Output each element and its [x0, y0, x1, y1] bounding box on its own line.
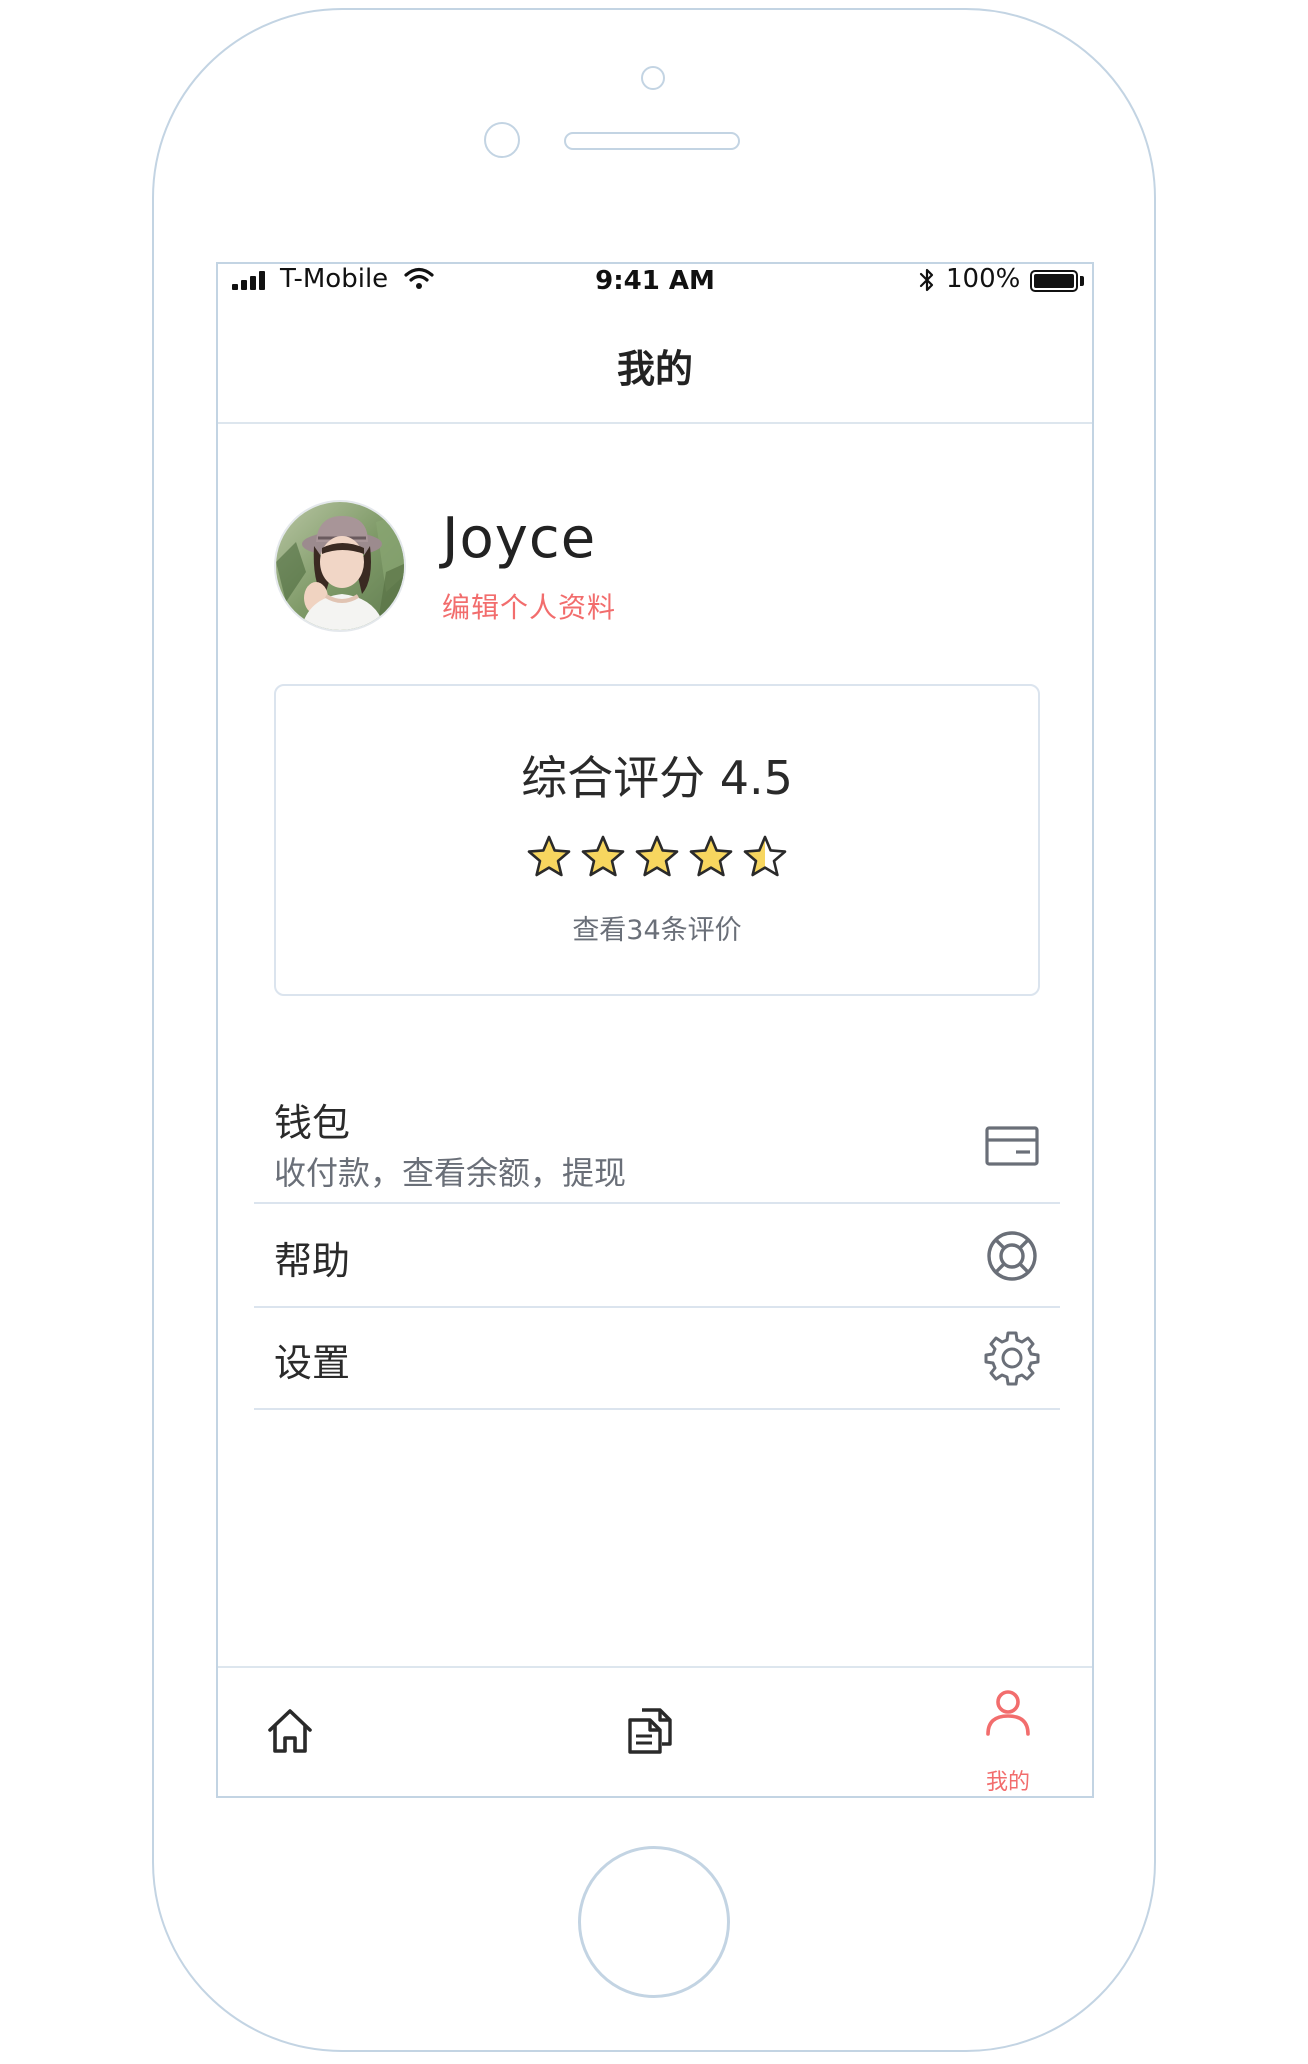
documents-icon — [628, 1708, 672, 1754]
front-camera — [484, 122, 520, 158]
earpiece-speaker — [564, 132, 740, 150]
star-full-icon — [635, 835, 679, 877]
battery-percent: 100% — [946, 264, 1021, 294]
tab-me-label: 我的 — [985, 1770, 1030, 1795]
home-icon — [268, 1709, 312, 1753]
star-full-icon — [581, 835, 625, 877]
menu-item-settings[interactable]: 设置 — [254, 1308, 1060, 1410]
front-sensor — [641, 66, 665, 90]
tab-documents[interactable] — [590, 1668, 710, 1796]
menu-item-wallet[interactable]: 钱包 收付款，查看余额，提现 — [254, 1082, 1060, 1204]
phone-screen: T-Mobile 9:41 AM 100% 我的 Joyce 编辑个人资料 综合… — [216, 262, 1094, 1798]
menu-item-help[interactable]: 帮助 — [254, 1204, 1060, 1308]
navigation-bar: 我的 — [218, 298, 1092, 424]
view-reviews-link[interactable]: 查看34条评价 — [276, 908, 1038, 947]
menu-item-subtitle: 收付款，查看余额，提现 — [274, 1154, 627, 1192]
tab-bar: 我的 — [218, 1666, 1092, 1796]
star-full-icon — [689, 835, 733, 877]
gear-icon — [984, 1331, 1040, 1386]
rating-card: 综合评分 4.5 查看34条评价 — [274, 684, 1040, 996]
overall-rating: 综合评分 4.5 — [521, 751, 793, 805]
wallet-card-icon — [985, 1126, 1039, 1166]
bluetooth-icon — [919, 268, 934, 292]
avatar[interactable] — [274, 500, 406, 632]
home-button[interactable] — [578, 1846, 730, 1998]
avatar-photo — [276, 502, 404, 630]
tab-home[interactable] — [230, 1668, 350, 1796]
edit-profile-link[interactable]: 编辑个人资料 — [442, 586, 616, 626]
stage: T-Mobile 9:41 AM 100% 我的 Joyce 编辑个人资料 综合… — [0, 0, 1308, 2064]
user-icon — [986, 1690, 1030, 1736]
star-half-icon — [743, 835, 787, 877]
battery-icon — [1030, 270, 1078, 292]
menu-item-label: 设置 — [274, 1341, 351, 1385]
menu-item-label: 帮助 — [274, 1239, 351, 1283]
star-full-icon — [527, 835, 571, 877]
battery-tip — [1080, 276, 1084, 286]
status-bar: T-Mobile 9:41 AM 100% — [218, 264, 1092, 298]
settings-menu: 钱包 收付款，查看余额，提现 帮助 设置 — [254, 1082, 1060, 1410]
tab-me[interactable]: 我的 — [948, 1668, 1068, 1796]
lifebuoy-icon — [987, 1231, 1037, 1281]
user-name: Joyce — [442, 506, 597, 571]
star-rating — [276, 834, 1038, 884]
menu-item-label: 钱包 — [274, 1101, 351, 1145]
page-title: 我的 — [616, 347, 693, 391]
